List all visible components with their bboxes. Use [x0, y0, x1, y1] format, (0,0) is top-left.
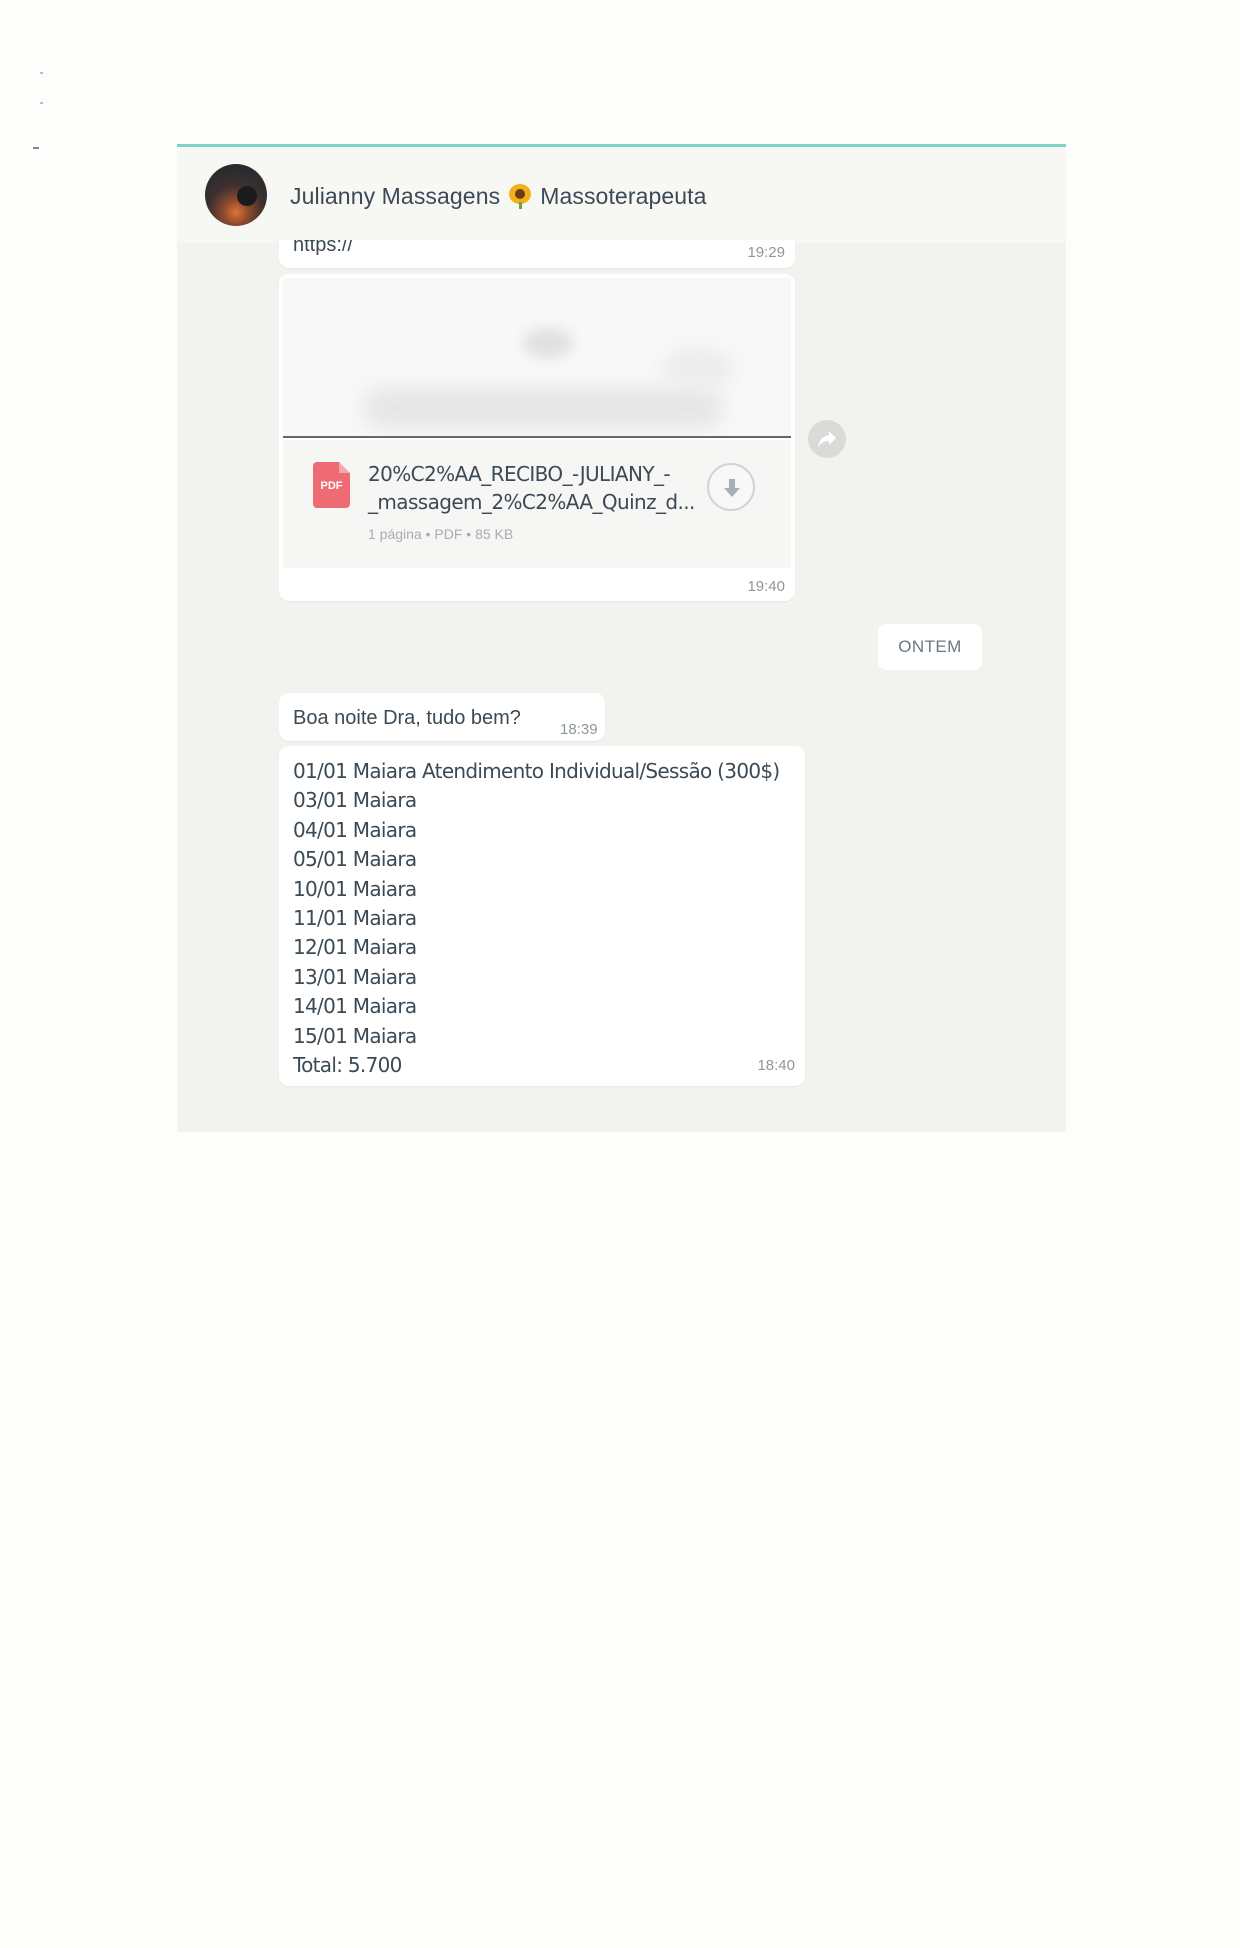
document-meta: 1 página • PDF • 85 KB: [368, 526, 514, 542]
document-file-name: 20%C2%AA_RECIBO_-JULIANY_-_massagem_2%C2…: [368, 462, 695, 514]
message-total-line: Total: 5.700: [293, 1053, 402, 1078]
sunflower-icon: [508, 184, 532, 209]
message-line: 13/01 Maiara: [293, 964, 417, 989]
message-time: 18:40: [757, 1057, 795, 1074]
message-line: 10/01 Maiara: [293, 876, 417, 901]
contact-avatar[interactable]: [205, 164, 267, 226]
message-line: 14/01 Maiara: [293, 994, 417, 1019]
message-time: 19:29: [747, 244, 785, 261]
chat-header[interactable]: Julianny Massagens Massoterapeuta: [177, 147, 1066, 243]
scan-speck: [40, 72, 43, 74]
message-line: 15/01 Maiara: [293, 1023, 417, 1048]
forward-arrow-icon: [818, 431, 836, 447]
forward-button[interactable]: [808, 420, 846, 458]
contact-name-text: Julianny Massagens: [290, 183, 501, 209]
message-text: Boa noite Dra, tudo bem?: [293, 707, 521, 729]
message-line: 12/01 Maiara: [293, 935, 417, 960]
scan-speck: [40, 102, 43, 104]
message-bubble-link[interactable]: https:// 19:29: [279, 240, 795, 268]
message-time: 18:39: [560, 721, 598, 738]
message-line: 01/01 Maiara Atendimento Individual/Sess…: [293, 759, 780, 783]
contact-title-text: Massoterapeuta: [540, 183, 707, 209]
message-line: 05/01 Maiara: [293, 847, 417, 872]
message-line: 03/01 Maiara: [293, 788, 417, 813]
scan-speck: [33, 147, 39, 149]
message-bubble-document[interactable]: PDF 20%C2%AA_RECIBO_-JULIANY_-_massagem_…: [279, 274, 795, 601]
chat-window: Julianny Massagens Massoterapeuta https:/…: [177, 144, 1066, 1132]
document-preview[interactable]: [283, 278, 791, 438]
contact-name[interactable]: Julianny Massagens Massoterapeuta: [290, 183, 707, 210]
download-arrow-icon: [724, 479, 740, 497]
download-button[interactable]: [707, 463, 755, 511]
pdf-file-icon: PDF: [313, 462, 350, 508]
message-bubble-greeting[interactable]: Boa noite Dra, tudo bem? 18:39: [279, 693, 605, 741]
message-bubble-list[interactable]: 01/01 Maiara Atendimento Individual/Sess…: [279, 746, 805, 1086]
message-line: 11/01 Maiara: [293, 906, 417, 931]
message-text: https://: [293, 240, 354, 256]
message-lines: 01/01 Maiara Atendimento Individual/Sess…: [293, 757, 780, 1080]
message-time: 19:40: [747, 578, 785, 595]
date-divider: ONTEM: [878, 624, 982, 670]
document-info[interactable]: PDF 20%C2%AA_RECIBO_-JULIANY_-_massagem_…: [283, 440, 791, 568]
message-line: 04/01 Maiara: [293, 817, 417, 842]
